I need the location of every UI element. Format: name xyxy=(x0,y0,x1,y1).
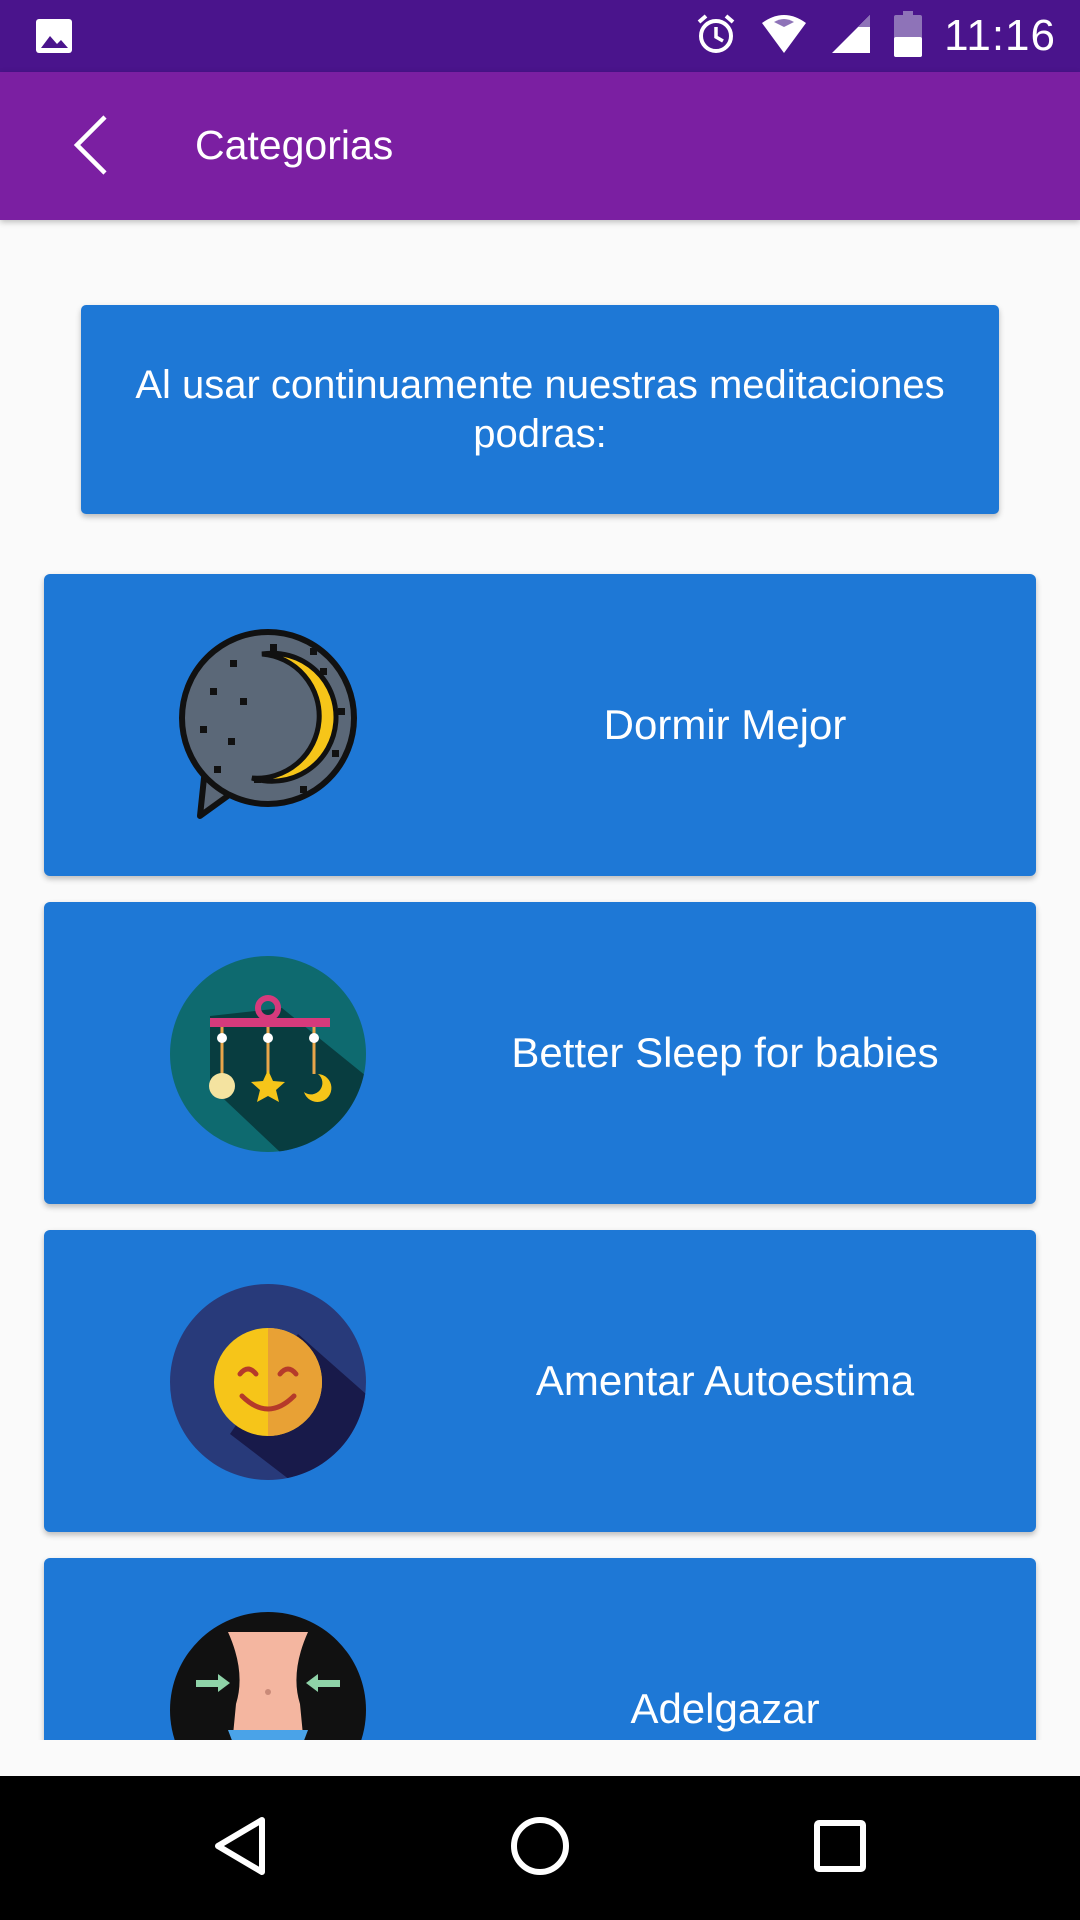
category-label: Dormir Mejor xyxy=(603,701,847,748)
status-bar: 11:16 xyxy=(0,0,1080,72)
home-circle-icon xyxy=(508,1814,572,1883)
smiley-icon xyxy=(170,1284,366,1480)
back-button[interactable] xyxy=(56,112,126,182)
clock-time: 11:16 xyxy=(944,11,1056,60)
back-triangle-icon xyxy=(210,1814,270,1883)
app-bar: Categorias xyxy=(0,72,1080,220)
recents-square-icon xyxy=(812,1818,868,1879)
battery-icon xyxy=(894,10,923,62)
category-card-adelgazar[interactable]: Adelgazar xyxy=(44,1558,1036,1740)
category-list[interactable]: Al usar continuamente nuestras meditacio… xyxy=(0,220,1080,1740)
chevron-left-icon xyxy=(71,113,111,182)
category-card-dormir-mejor[interactable]: Dormir Mejor xyxy=(44,574,1036,876)
nav-home-button[interactable] xyxy=(504,1812,576,1884)
moon-chat-icon xyxy=(170,628,366,824)
waist-icon xyxy=(170,1612,366,1740)
nav-back-button[interactable] xyxy=(204,1812,276,1884)
signal-icon xyxy=(830,13,872,60)
page-title: Categorias xyxy=(195,122,394,168)
category-label: Amentar Autoestima xyxy=(535,1357,915,1404)
category-card-better-sleep-babies[interactable]: Better Sleep for babies xyxy=(44,902,1036,1204)
info-banner: Al usar continuamente nuestras meditacio… xyxy=(81,305,999,514)
wifi-icon xyxy=(760,13,808,60)
baby-mobile-icon xyxy=(170,956,366,1152)
category-label: Adelgazar xyxy=(630,1685,820,1732)
system-nav-bar xyxy=(0,1776,1080,1920)
nav-recents-button[interactable] xyxy=(804,1812,876,1884)
banner-text: Al usar continuamente nuestras meditacio… xyxy=(135,362,945,456)
image-icon xyxy=(34,16,74,56)
alarm-icon xyxy=(694,12,738,61)
category-card-autoestima[interactable]: Amentar Autoestima xyxy=(44,1230,1036,1532)
category-label: Better Sleep for babies xyxy=(511,1029,939,1076)
